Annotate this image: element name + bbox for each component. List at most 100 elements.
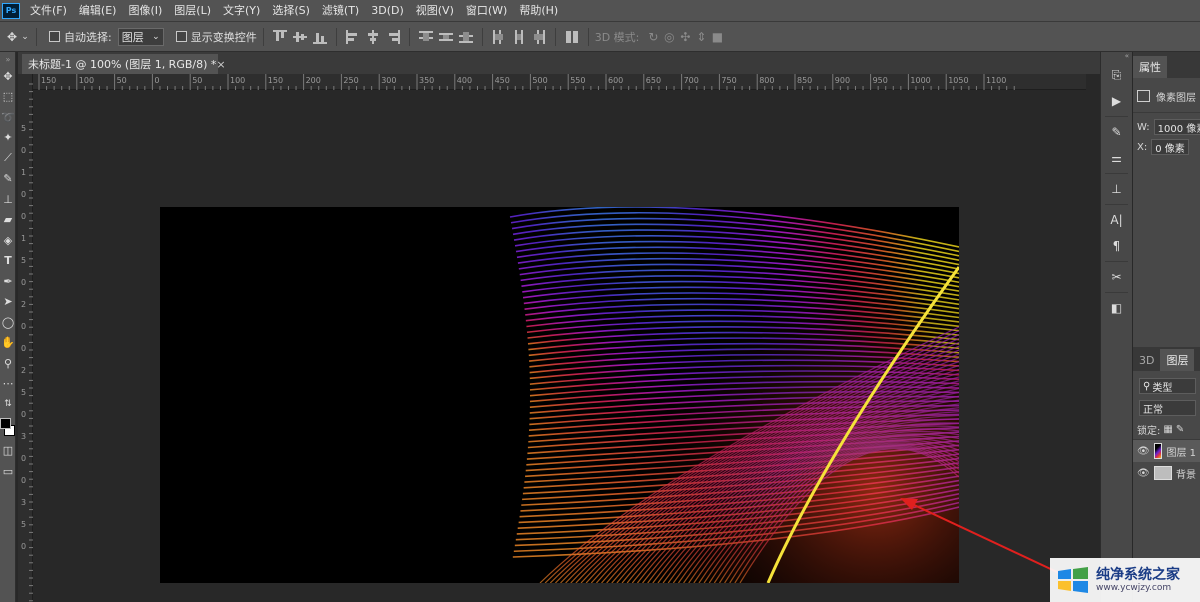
- distribute-right-icon[interactable]: [532, 29, 546, 44]
- path-selection-tool-icon[interactable]: ➤: [0, 292, 16, 313]
- menu-3d[interactable]: 3D(D): [365, 0, 410, 22]
- clone-stamp-tool-icon[interactable]: ⊥: [0, 189, 16, 210]
- menu-layer[interactable]: 图层(L): [168, 0, 217, 22]
- tool-preset-chevron-icon[interactable]: ⌄: [20, 29, 30, 45]
- tab-layers[interactable]: 图层: [1160, 349, 1195, 371]
- more-tools-icon[interactable]: ⋯: [0, 374, 16, 395]
- close-icon[interactable]: ×: [216, 58, 225, 71]
- show-transform-label: 显示变换控件: [190, 30, 257, 44]
- zoom-tool-icon[interactable]: ⚲: [0, 353, 16, 374]
- character-icon[interactable]: A|: [1105, 209, 1129, 231]
- lock-image-icon[interactable]: ✎: [1176, 424, 1184, 435]
- marquee-tool-icon[interactable]: ⬚: [0, 87, 16, 108]
- menu-select[interactable]: 选择(S): [266, 0, 316, 22]
- history-icon[interactable]: ⎘: [1105, 64, 1129, 86]
- layer-row-layer1[interactable]: 👁 图层 1: [1133, 440, 1200, 462]
- color-swatches[interactable]: [0, 415, 16, 441]
- menu-help[interactable]: 帮助(H): [513, 0, 564, 22]
- divider: [1105, 116, 1128, 117]
- move-tool-icon[interactable]: ✥: [4, 29, 20, 45]
- pen-tool-icon[interactable]: ✒: [0, 271, 16, 292]
- align-bottom-icon[interactable]: [312, 30, 327, 44]
- align-top-icon[interactable]: [272, 29, 287, 44]
- menu-filter[interactable]: 滤镜(T): [316, 0, 365, 22]
- menu-type[interactable]: 文字(Y): [217, 0, 266, 22]
- visibility-eye-icon[interactable]: 👁: [1137, 468, 1150, 479]
- divider: [36, 27, 37, 46]
- menu-image[interactable]: 图像(I): [122, 0, 168, 22]
- divider: [481, 27, 483, 46]
- 3d-pan-icon[interactable]: ✣: [677, 29, 693, 45]
- quick-mask-icon[interactable]: ◫: [0, 441, 16, 462]
- blend-mode-dropdown[interactable]: 正常: [1139, 400, 1196, 416]
- menu-file[interactable]: 文件(F): [24, 0, 73, 22]
- distribute-vertical-center-icon[interactable]: [438, 30, 453, 44]
- eyedropper-tool-icon[interactable]: ⟋: [0, 148, 16, 169]
- ruler-label: 1100: [986, 76, 1007, 85]
- paint-bucket-tool-icon[interactable]: ◈: [0, 230, 16, 251]
- ellipse-tool-icon[interactable]: ◯: [0, 312, 16, 333]
- adjustments-icon[interactable]: ⚌: [1105, 147, 1129, 169]
- 3d-roll-icon[interactable]: ◎: [661, 29, 677, 45]
- 3d-orbit-icon[interactable]: ↻: [645, 29, 661, 45]
- auto-select-checkbox[interactable]: [49, 31, 60, 42]
- layer-row-background[interactable]: 👁 背景: [1133, 462, 1200, 484]
- ruler-label: 200: [305, 76, 321, 85]
- distribute-top-icon[interactable]: [418, 30, 433, 44]
- menu-edit[interactable]: 编辑(E): [73, 0, 123, 22]
- visibility-eye-icon[interactable]: 👁: [1137, 446, 1150, 457]
- feather-image: [509, 207, 959, 583]
- canvas-area[interactable]: [34, 90, 1086, 602]
- ruler-label: 1: [21, 168, 27, 177]
- lasso-tool-icon[interactable]: ➰: [0, 107, 16, 128]
- options-bar: ✥ ⌄ 自动选择: 图层 ⌄ 显示变换控件 3D 模式: ↻ ◎ ✣ ⇕ ■: [0, 22, 1200, 52]
- tool-presets-icon[interactable]: ✂: [1105, 266, 1129, 288]
- document-canvas[interactable]: [160, 207, 959, 583]
- actions-play-icon[interactable]: ▶: [1105, 90, 1129, 112]
- move-tool-icon[interactable]: ✥: [0, 66, 16, 87]
- glyphs-icon[interactable]: ◧: [1105, 297, 1129, 319]
- 3d-scale-icon[interactable]: ■: [709, 29, 725, 45]
- layer-filter-dropdown[interactable]: ⚲ 类型: [1139, 378, 1196, 394]
- distribute-horizontal-center-icon[interactable]: [512, 29, 526, 44]
- collapse-arrow-icon[interactable]: «: [1101, 52, 1132, 60]
- align-right-icon[interactable]: [386, 29, 400, 44]
- x-field[interactable]: 0 像素: [1151, 139, 1189, 155]
- tab-properties[interactable]: 属性: [1133, 56, 1167, 78]
- clone-source-icon[interactable]: ⊥: [1105, 178, 1129, 200]
- screen-mode-icon[interactable]: ▭: [0, 461, 16, 482]
- menu-window[interactable]: 窗口(W): [460, 0, 513, 22]
- auto-align-layers-icon[interactable]: [565, 30, 579, 44]
- divider: [262, 27, 264, 46]
- ruler-label: 2: [21, 300, 27, 309]
- show-transform-checkbox[interactable]: [175, 31, 187, 42]
- brush-tool-icon[interactable]: ✎: [0, 169, 16, 190]
- swap-colors-icon[interactable]: ⇅: [0, 394, 16, 415]
- align-vertical-center-icon[interactable]: [292, 30, 307, 44]
- magic-wand-tool-icon[interactable]: ✦: [0, 128, 16, 149]
- align-left-icon[interactable]: [345, 29, 360, 44]
- lock-transparent-icon[interactable]: ▦: [1163, 424, 1172, 435]
- distribute-bottom-icon[interactable]: [458, 30, 473, 44]
- hand-tool-icon[interactable]: ✋: [0, 333, 16, 354]
- collapse-toolbar-icon[interactable]: »: [0, 52, 16, 66]
- ruler-label: 1050: [948, 76, 969, 85]
- foreground-color-swatch[interactable]: [0, 417, 11, 429]
- type-tool-icon[interactable]: T: [0, 251, 16, 272]
- eraser-tool-icon[interactable]: ▰: [0, 210, 16, 231]
- align-horizontal-center-icon[interactable]: [366, 29, 380, 44]
- document-tab[interactable]: 未标题-1 @ 100% (图层 1, RGB/8) * ×: [22, 54, 226, 74]
- tab-3d[interactable]: 3D: [1133, 349, 1160, 371]
- ruler-label: 750: [721, 76, 737, 85]
- brush-settings-icon[interactable]: ✎: [1105, 121, 1129, 143]
- distribute-left-icon[interactable]: [492, 29, 506, 44]
- menu-view[interactable]: 视图(V): [410, 0, 460, 22]
- width-field[interactable]: 1000 像素: [1153, 119, 1200, 135]
- lock-label: 锁定:: [1137, 425, 1161, 437]
- ruler-label: 2: [21, 366, 27, 375]
- x-label: X:: [1137, 141, 1148, 153]
- 3d-slide-icon[interactable]: ⇕: [693, 29, 709, 45]
- paragraph-icon[interactable]: ¶: [1105, 235, 1129, 257]
- auto-select-dropdown[interactable]: 图层 ⌄: [117, 27, 164, 46]
- ruler-label: 250: [343, 76, 359, 85]
